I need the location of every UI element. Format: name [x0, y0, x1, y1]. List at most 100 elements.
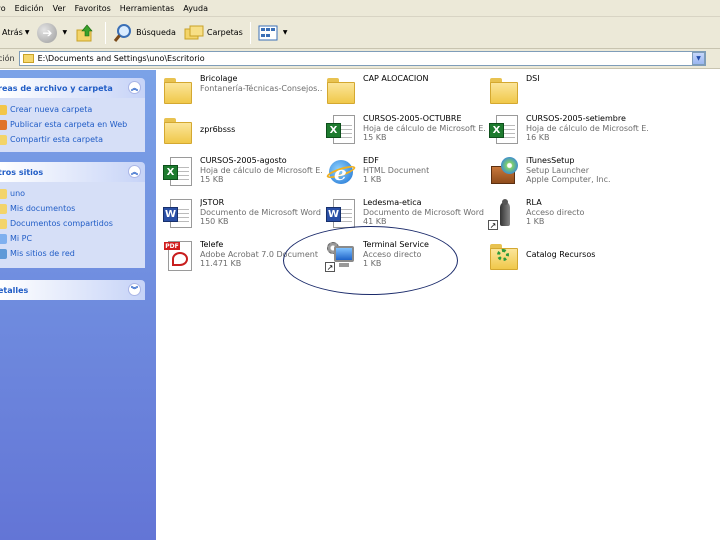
other-places-title: tros sitios: [0, 167, 44, 177]
file-item-dsi[interactable]: DSI: [488, 74, 648, 114]
folder-icon: [22, 54, 34, 63]
collapse-icon[interactable]: ︽: [128, 165, 141, 178]
file-item-cap-alocacion[interactable]: CAP ALOCACION: [325, 74, 485, 114]
details-title: etalles: [0, 285, 29, 295]
file-size: 1 KB: [526, 217, 545, 226]
task-new-folder[interactable]: Crear nueva carpeta: [0, 102, 145, 117]
shared-folder-icon: [0, 218, 7, 229]
file-item-edf[interactable]: e EDF HTML Document 1 KB: [325, 156, 485, 196]
details-header[interactable]: etalles ︾: [0, 280, 145, 300]
file-name: CURSOS-2005-OCTUBRE: [363, 114, 462, 123]
file-type: Setup Launcher: [526, 165, 590, 175]
file-name: zpr6bsss: [200, 125, 236, 134]
menu-favorites[interactable]: Favoritos: [75, 4, 120, 13]
file-item-zpr6bsss[interactable]: zpr6bsss: [162, 114, 322, 154]
place-shared-documents[interactable]: Documentos compartidos: [0, 216, 145, 231]
file-name: Catalog Recursos: [526, 250, 596, 259]
file-item-itunessetup[interactable]: iTunesSetup Setup Launcher Apple Computer,…: [488, 156, 648, 196]
file-item-cursos-octubre[interactable]: X CURSOS-2005-OCTUBRE Hoja de cálculo de …: [325, 114, 485, 154]
task-share-folder[interactable]: Compartir esta carpeta: [0, 132, 145, 147]
shortcut-icon: ↗: [488, 198, 520, 230]
task-new-folder-label: Crear nueva carpeta: [10, 105, 93, 114]
file-item-cursos-setiembre[interactable]: X CURSOS-2005-setiembre Hoja de cálculo d…: [488, 114, 648, 154]
file-item-cursos-agosto[interactable]: X CURSOS-2005-agosto Hoja de cálculo de M…: [162, 156, 322, 196]
place-shared-documents-label: Documentos compartidos: [10, 219, 113, 228]
forward-button[interactable]: ➔ ▼: [33, 20, 71, 46]
file-type: Documento de Microsoft Word: [200, 207, 321, 217]
highlight-ellipse: [283, 226, 458, 295]
other-places-header[interactable]: tros sitios ︽: [0, 162, 145, 182]
file-item-catalog-recursos[interactable]: Catalog Recursos: [488, 240, 648, 280]
task-share-folder-label: Compartir esta carpeta: [10, 135, 104, 144]
place-network-label: Mis sitios de red: [10, 249, 75, 258]
file-type: HTML Document: [363, 165, 430, 175]
file-company: Apple Computer, Inc.: [526, 175, 611, 184]
address-label: ción: [0, 54, 15, 63]
folder-icon: [162, 74, 194, 106]
place-network[interactable]: Mis sitios de red: [0, 246, 145, 261]
address-bar: ción E:\Documents and Settings\uno\Escri…: [0, 49, 720, 69]
file-type: Hoja de cálculo de Microsoft E...: [363, 123, 485, 133]
search-button[interactable]: Búsqueda: [109, 20, 180, 46]
other-places-body: uno Mis documentos Documentos compartido…: [0, 182, 145, 268]
arrow-right-icon: ➔: [37, 22, 58, 43]
menu-tools[interactable]: Herramientas: [120, 4, 184, 13]
file-name: Ledesma-etica: [363, 198, 422, 207]
place-my-pc-label: Mi PC: [10, 234, 33, 243]
task-publish-web[interactable]: Publicar esta carpeta en Web: [0, 117, 145, 132]
file-size: 1 KB: [363, 175, 382, 184]
back-label: Atrás: [2, 28, 23, 37]
file-item-rla[interactable]: ↗ RLA Acceso directo 1 KB: [488, 198, 648, 238]
up-folder-button[interactable]: [71, 20, 102, 46]
file-type: Hoja de cálculo de Microsoft E...: [200, 165, 322, 175]
search-label: Búsqueda: [136, 28, 176, 37]
file-item-jstor[interactable]: W JSTOR Documento de Microsoft Word 150 KB: [162, 198, 322, 238]
search-icon: [113, 23, 133, 43]
place-user-label: uno: [10, 189, 26, 198]
place-my-pc[interactable]: Mi PC: [0, 231, 145, 246]
file-type: Fontanería-Técnicas-Consejos...: [200, 83, 322, 93]
menu-edit[interactable]: Edición: [15, 4, 53, 13]
views-button[interactable]: ▼: [254, 20, 292, 46]
publish-web-icon: [0, 119, 7, 130]
task-pane: reas de archivo y carpeta ︽ Crear nueva …: [0, 70, 156, 540]
folders-button[interactable]: Carpetas: [180, 20, 247, 46]
html-document-icon: e: [325, 156, 357, 188]
folder-icon: [0, 188, 7, 199]
menu-file[interactable]: vo: [0, 4, 15, 13]
up-folder-icon: [75, 23, 95, 43]
file-type: Acceso directo: [526, 207, 585, 217]
address-input[interactable]: E:\Documents and Settings\uno\Escritorio…: [18, 51, 706, 66]
folders-label: Carpetas: [206, 28, 243, 37]
file-type: Documento de Microsoft Word: [363, 207, 484, 217]
file-tasks-title: reas de archivo y carpeta: [0, 83, 113, 93]
file-type: Hoja de cálculo de Microsoft E...: [526, 123, 648, 133]
computer-icon: [0, 233, 7, 244]
menu-help[interactable]: Ayuda: [183, 4, 217, 13]
chevron-down-icon[interactable]: ▼: [692, 52, 705, 65]
file-name: CURSOS-2005-agosto: [200, 156, 287, 165]
toolbar-separator: [105, 21, 107, 44]
back-button[interactable]: Atrás ▼: [0, 20, 33, 46]
file-size: 150 KB: [200, 217, 229, 226]
excel-file-icon: X: [162, 156, 194, 188]
word-file-icon: W: [162, 198, 194, 230]
place-user[interactable]: uno: [0, 186, 145, 201]
chevron-down-icon[interactable]: ▼: [62, 29, 67, 36]
place-my-documents[interactable]: Mis documentos: [0, 201, 145, 216]
share-folder-icon: [0, 134, 7, 145]
menu-view[interactable]: Ver: [53, 4, 75, 13]
folder-icon: [325, 74, 357, 106]
expand-icon[interactable]: ︾: [128, 283, 141, 296]
file-item-bricolage[interactable]: Bricolage Fontanería-Técnicas-Consejos...: [162, 74, 322, 114]
excel-file-icon: X: [325, 114, 357, 146]
file-tasks-header[interactable]: reas de archivo y carpeta ︽: [0, 78, 145, 98]
folder-icon: [162, 114, 194, 146]
folder-icon: [488, 240, 520, 272]
chevron-down-icon[interactable]: ▼: [283, 29, 288, 36]
chevron-down-icon[interactable]: ▼: [25, 29, 30, 36]
file-name: JSTOR: [200, 198, 225, 207]
collapse-icon[interactable]: ︽: [128, 81, 141, 94]
views-icon: [258, 23, 278, 43]
file-name: iTunesSetup: [526, 156, 575, 165]
